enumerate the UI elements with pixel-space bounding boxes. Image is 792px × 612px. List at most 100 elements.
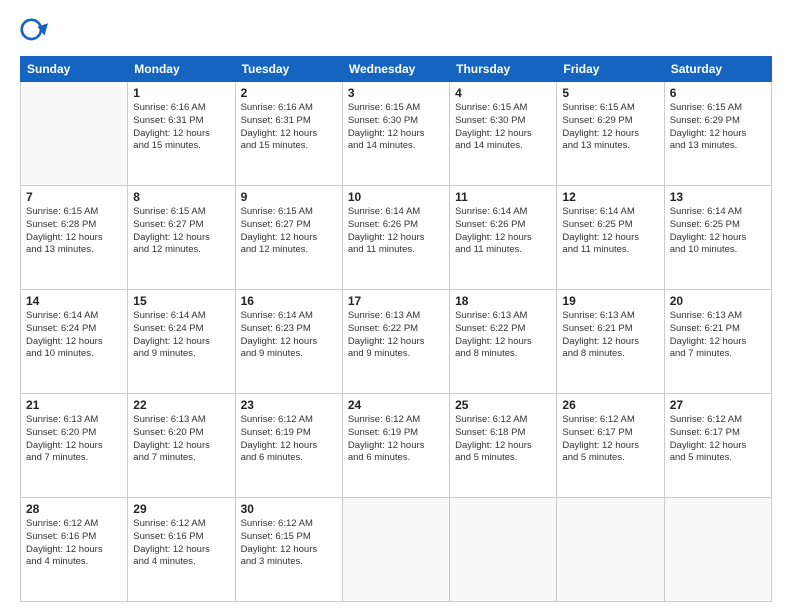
day-number: 3: [348, 86, 444, 100]
calendar-cell: 9 Sunrise: 6:15 AM Sunset: 6:27 PM Daylig…: [235, 186, 342, 290]
calendar-cell: 11Sunrise: 6:14 AM Sunset: 6:26 PM Dayli…: [450, 186, 557, 290]
day-info: Sunrise: 6:12 AM Sunset: 6:19 PM Dayligh…: [241, 414, 337, 465]
day-number: 1: [133, 86, 229, 100]
calendar-cell: 17 Sunrise: 6:13 AM Sunset: 6:22 PM Dayli…: [342, 290, 449, 394]
day-info: Sunrise: 6:15 AM Sunset: 6:29 PM Dayligh…: [670, 102, 766, 153]
calendar-week-4: 21 Sunrise: 6:13 AM Sunset: 6:20 PM Dayli…: [21, 394, 772, 498]
calendar-cell: 15 Sunrise: 6:14 AM Sunset: 6:24 PM Dayli…: [128, 290, 235, 394]
day-number: 22: [133, 398, 229, 412]
day-info: Sunrise: 6:12 AM Sunset: 6:17 PM Dayligh…: [562, 414, 658, 465]
calendar-cell: 10 Sunrise: 6:14 AM Sunset: 6:26 PM Dayli…: [342, 186, 449, 290]
day-info: Sunrise: 6:14 AM Sunset: 6:25 PM Dayligh…: [670, 206, 766, 257]
calendar-week-5: 28 Sunrise: 6:12 AM Sunset: 6:16 PM Dayli…: [21, 498, 772, 602]
calendar-cell: 29 Sunrise: 6:12 AM Sunset: 6:16 PM Dayli…: [128, 498, 235, 602]
calendar-cell: 2Sunrise: 6:16 AM Sunset: 6:31 PM Daylig…: [235, 82, 342, 186]
calendar-cell: 16Sunrise: 6:14 AM Sunset: 6:23 PM Dayli…: [235, 290, 342, 394]
day-info: Sunrise: 6:14 AM Sunset: 6:26 PM Dayligh…: [348, 206, 444, 257]
calendar-cell: 26 Sunrise: 6:12 AM Sunset: 6:17 PM Dayli…: [557, 394, 664, 498]
calendar-cell: 22 Sunrise: 6:13 AM Sunset: 6:20 PM Dayli…: [128, 394, 235, 498]
calendar-cell: 20 Sunrise: 6:13 AM Sunset: 6:21 PM Dayli…: [664, 290, 771, 394]
calendar-header-friday: Friday: [557, 57, 664, 82]
day-info: Sunrise: 6:12 AM Sunset: 6:18 PM Dayligh…: [455, 414, 551, 465]
day-info: Sunrise: 6:13 AM Sunset: 6:20 PM Dayligh…: [26, 414, 122, 465]
calendar-cell: 23 Sunrise: 6:12 AM Sunset: 6:19 PM Dayli…: [235, 394, 342, 498]
day-number: 8: [133, 190, 229, 204]
calendar-cell: 18 Sunrise: 6:13 AM Sunset: 6:22 PM Dayli…: [450, 290, 557, 394]
day-info: Sunrise: 6:15 AM Sunset: 6:30 PM Dayligh…: [455, 102, 551, 153]
calendar-cell: 28 Sunrise: 6:12 AM Sunset: 6:16 PM Dayli…: [21, 498, 128, 602]
calendar-cell: 21 Sunrise: 6:13 AM Sunset: 6:20 PM Dayli…: [21, 394, 128, 498]
calendar-cell: 8 Sunrise: 6:15 AM Sunset: 6:27 PM Daylig…: [128, 186, 235, 290]
day-info: Sunrise: 6:13 AM Sunset: 6:22 PM Dayligh…: [348, 310, 444, 361]
logo: [20, 18, 52, 46]
day-info: Sunrise: 6:14 AM Sunset: 6:25 PM Dayligh…: [562, 206, 658, 257]
day-info: Sunrise: 6:14 AM Sunset: 6:24 PM Dayligh…: [133, 310, 229, 361]
day-number: 23: [241, 398, 337, 412]
day-info: Sunrise: 6:14 AM Sunset: 6:24 PM Dayligh…: [26, 310, 122, 361]
day-info: Sunrise: 6:13 AM Sunset: 6:21 PM Dayligh…: [562, 310, 658, 361]
day-info: Sunrise: 6:15 AM Sunset: 6:27 PM Dayligh…: [241, 206, 337, 257]
header: [20, 18, 772, 46]
day-info: Sunrise: 6:13 AM Sunset: 6:20 PM Dayligh…: [133, 414, 229, 465]
calendar-cell: 6 Sunrise: 6:15 AM Sunset: 6:29 PM Daylig…: [664, 82, 771, 186]
day-number: 30: [241, 502, 337, 516]
day-number: 13: [670, 190, 766, 204]
day-number: 12: [562, 190, 658, 204]
calendar-week-2: 7 Sunrise: 6:15 AM Sunset: 6:28 PM Daylig…: [21, 186, 772, 290]
day-number: 9: [241, 190, 337, 204]
day-number: 26: [562, 398, 658, 412]
calendar-cell: 1 Sunrise: 6:16 AM Sunset: 6:31 PM Daylig…: [128, 82, 235, 186]
day-info: Sunrise: 6:12 AM Sunset: 6:19 PM Dayligh…: [348, 414, 444, 465]
day-info: Sunrise: 6:13 AM Sunset: 6:22 PM Dayligh…: [455, 310, 551, 361]
day-info: Sunrise: 6:12 AM Sunset: 6:16 PM Dayligh…: [26, 518, 122, 569]
day-number: 29: [133, 502, 229, 516]
day-number: 15: [133, 294, 229, 308]
calendar-cell: 13 Sunrise: 6:14 AM Sunset: 6:25 PM Dayli…: [664, 186, 771, 290]
day-info: Sunrise: 6:15 AM Sunset: 6:28 PM Dayligh…: [26, 206, 122, 257]
day-number: 18: [455, 294, 551, 308]
day-number: 6: [670, 86, 766, 100]
day-info: Sunrise: 6:15 AM Sunset: 6:27 PM Dayligh…: [133, 206, 229, 257]
day-number: 24: [348, 398, 444, 412]
calendar-cell: [450, 498, 557, 602]
day-info: Sunrise: 6:12 AM Sunset: 6:15 PM Dayligh…: [241, 518, 337, 569]
calendar-table: SundayMondayTuesdayWednesdayThursdayFrid…: [20, 56, 772, 602]
calendar-cell: 7 Sunrise: 6:15 AM Sunset: 6:28 PM Daylig…: [21, 186, 128, 290]
calendar-header-wednesday: Wednesday: [342, 57, 449, 82]
day-number: 16: [241, 294, 337, 308]
calendar-cell: 14 Sunrise: 6:14 AM Sunset: 6:24 PM Dayli…: [21, 290, 128, 394]
day-info: Sunrise: 6:15 AM Sunset: 6:30 PM Dayligh…: [348, 102, 444, 153]
calendar-cell: 24 Sunrise: 6:12 AM Sunset: 6:19 PM Dayli…: [342, 394, 449, 498]
calendar-week-3: 14 Sunrise: 6:14 AM Sunset: 6:24 PM Dayli…: [21, 290, 772, 394]
day-number: 28: [26, 502, 122, 516]
calendar-cell: 12 Sunrise: 6:14 AM Sunset: 6:25 PM Dayli…: [557, 186, 664, 290]
calendar-cell: 25Sunrise: 6:12 AM Sunset: 6:18 PM Dayli…: [450, 394, 557, 498]
day-info: Sunrise: 6:13 AM Sunset: 6:21 PM Dayligh…: [670, 310, 766, 361]
day-number: 19: [562, 294, 658, 308]
day-info: Sunrise: 6:16 AM Sunset: 6:31 PM Dayligh…: [241, 102, 337, 153]
calendar-cell: [21, 82, 128, 186]
day-number: 10: [348, 190, 444, 204]
calendar-header-monday: Monday: [128, 57, 235, 82]
calendar-header-thursday: Thursday: [450, 57, 557, 82]
calendar-cell: 3 Sunrise: 6:15 AM Sunset: 6:30 PM Daylig…: [342, 82, 449, 186]
calendar-week-1: 1 Sunrise: 6:16 AM Sunset: 6:31 PM Daylig…: [21, 82, 772, 186]
page: SundayMondayTuesdayWednesdayThursdayFrid…: [0, 0, 792, 612]
day-info: Sunrise: 6:15 AM Sunset: 6:29 PM Dayligh…: [562, 102, 658, 153]
day-number: 21: [26, 398, 122, 412]
calendar-header-saturday: Saturday: [664, 57, 771, 82]
calendar-cell: 27Sunrise: 6:12 AM Sunset: 6:17 PM Dayli…: [664, 394, 771, 498]
day-number: 17: [348, 294, 444, 308]
day-info: Sunrise: 6:16 AM Sunset: 6:31 PM Dayligh…: [133, 102, 229, 153]
day-number: 14: [26, 294, 122, 308]
day-number: 7: [26, 190, 122, 204]
calendar-cell: 30 Sunrise: 6:12 AM Sunset: 6:15 PM Dayli…: [235, 498, 342, 602]
day-number: 20: [670, 294, 766, 308]
calendar-cell: [557, 498, 664, 602]
calendar-cell: [664, 498, 771, 602]
day-info: Sunrise: 6:12 AM Sunset: 6:16 PM Dayligh…: [133, 518, 229, 569]
calendar-cell: 5Sunrise: 6:15 AM Sunset: 6:29 PM Daylig…: [557, 82, 664, 186]
logo-icon: [20, 18, 48, 46]
day-number: 27: [670, 398, 766, 412]
calendar-cell: 4Sunrise: 6:15 AM Sunset: 6:30 PM Daylig…: [450, 82, 557, 186]
